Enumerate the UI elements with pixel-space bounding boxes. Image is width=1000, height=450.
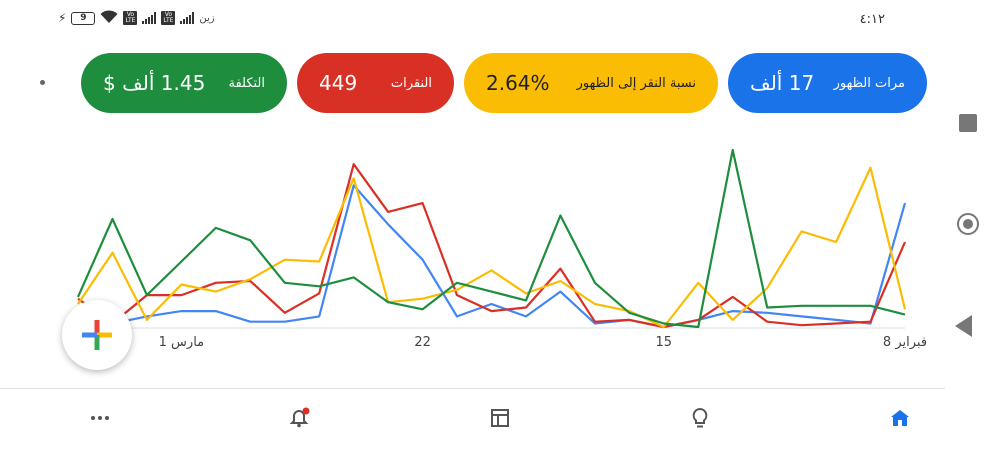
home-icon xyxy=(891,410,909,426)
bottom-navigation xyxy=(0,389,945,450)
x-tick-label-3: مارس 1 xyxy=(159,335,205,350)
recents-square-icon[interactable] xyxy=(959,114,977,132)
nav-overview-button[interactable] xyxy=(885,403,915,433)
google-plus-icon xyxy=(82,320,112,350)
nav-more-button[interactable] xyxy=(85,403,115,433)
back-triangle-icon[interactable] xyxy=(955,315,972,337)
x-tick-label-2: 22 xyxy=(414,335,431,350)
x-tick-label-1: 15 xyxy=(656,335,673,350)
series-line-3 xyxy=(76,148,906,329)
home-circle-icon[interactable] xyxy=(957,213,979,235)
notification-badge xyxy=(302,407,310,415)
nav-recommendations-button[interactable] xyxy=(685,403,715,433)
create-fab-button[interactable] xyxy=(62,300,132,370)
nav-notifications-button[interactable] xyxy=(285,403,315,433)
x-tick-label-0: فبراير 8 xyxy=(883,335,927,350)
series-line-1 xyxy=(77,163,907,329)
nav-campaigns-button[interactable] xyxy=(485,403,515,433)
lightbulb-icon xyxy=(692,407,708,428)
bell-icon xyxy=(289,407,310,428)
performance-line-chart: فبراير 8 15 22 مارس 1 xyxy=(76,148,927,350)
system-navigation xyxy=(945,0,1000,450)
table-layout-icon xyxy=(491,409,509,427)
more-icon xyxy=(91,416,109,420)
